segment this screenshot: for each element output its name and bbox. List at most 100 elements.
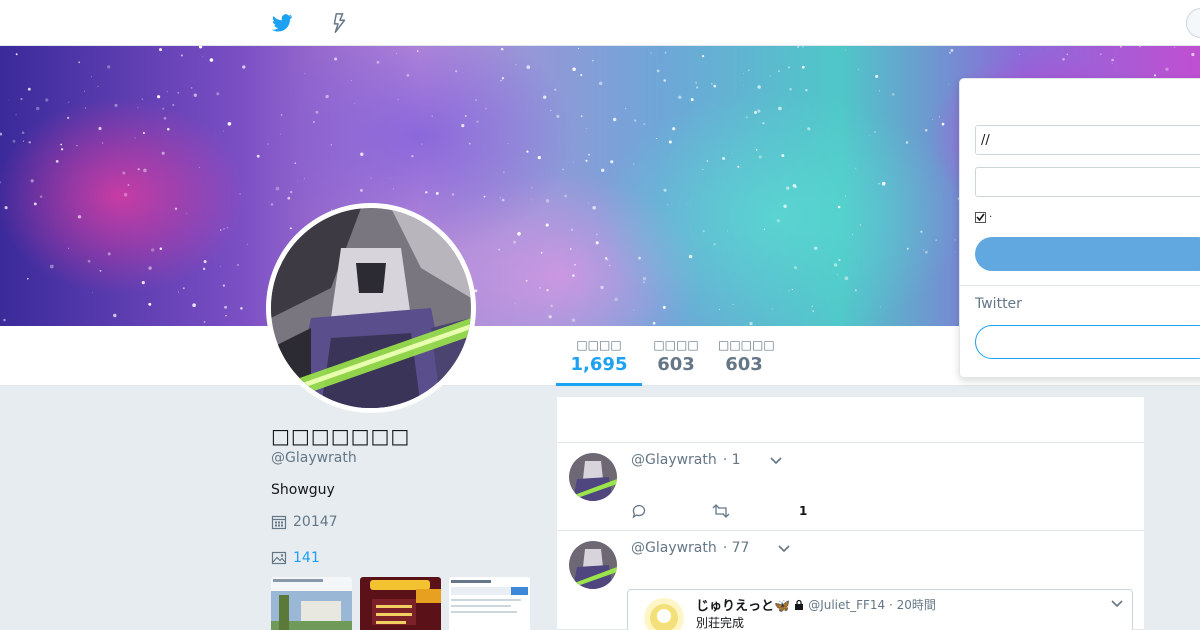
star	[905, 141, 909, 144]
star	[172, 103, 175, 107]
star	[315, 110, 319, 114]
nav-tab-tweets[interactable]: □□□□ 1,695	[556, 338, 642, 386]
nav-tab-followers[interactable]: □□□□□ 603	[718, 338, 775, 375]
photos-count: 141	[293, 550, 320, 566]
star	[501, 76, 505, 80]
twitter-bird-icon[interactable]	[271, 12, 293, 34]
quoted-tweet-avatar[interactable]	[644, 598, 684, 630]
star	[891, 92, 895, 96]
nav-tab-following[interactable]: □□□□ 603	[650, 338, 702, 375]
star	[1062, 57, 1065, 61]
star	[67, 116, 70, 119]
quoted-tweet-name[interactable]: じゅりえっと🦋	[696, 595, 790, 614]
star	[270, 203, 274, 206]
star	[778, 106, 782, 111]
star	[572, 67, 576, 71]
like-button[interactable]: 1	[791, 504, 871, 518]
star	[351, 80, 353, 82]
login-dropdown: · Twitter	[959, 78, 1200, 378]
remember-me[interactable]: ·	[975, 212, 992, 223]
media-thumbnail[interactable]	[449, 577, 530, 630]
star	[727, 230, 729, 232]
tweet-time[interactable]: · 1	[723, 452, 741, 468]
star	[596, 233, 598, 236]
signup-button[interactable]	[975, 325, 1200, 359]
star	[27, 277, 29, 280]
star	[610, 160, 614, 164]
star	[859, 224, 862, 226]
star	[745, 116, 748, 119]
star	[592, 205, 597, 210]
tweet-time[interactable]: · 77	[723, 540, 750, 556]
star	[216, 92, 220, 96]
star	[202, 267, 206, 271]
star	[21, 131, 25, 134]
star	[182, 287, 185, 290]
star	[107, 252, 111, 256]
account-avatar[interactable]	[1186, 8, 1200, 38]
profile-handle[interactable]: @Glaywrath	[271, 450, 357, 466]
star	[643, 123, 646, 125]
chevron-down-icon[interactable]	[777, 541, 791, 555]
media-thumbnail[interactable]	[271, 577, 352, 630]
profile-avatar[interactable]	[266, 203, 476, 413]
lightning-bolt-icon[interactable]	[328, 12, 350, 34]
star	[289, 190, 293, 194]
robot-avatar-image	[271, 208, 471, 408]
tweet[interactable]: @Glaywrath · 77 じゅりえっと🦋 @Juliet_FF14 · 2…	[557, 531, 1144, 630]
star	[240, 307, 243, 310]
star	[297, 180, 299, 182]
tweet-avatar[interactable]	[569, 541, 617, 589]
star	[507, 142, 509, 144]
like-count: 1	[799, 504, 808, 518]
tweet-avatar[interactable]	[569, 453, 617, 501]
login-button[interactable]	[975, 237, 1200, 271]
media-thumbnail[interactable]	[360, 577, 441, 630]
chevron-down-icon[interactable]	[1110, 596, 1124, 610]
remember-me-label: ·	[989, 212, 993, 223]
star	[141, 281, 145, 285]
star	[785, 186, 790, 190]
star	[781, 154, 785, 158]
tweet-handle[interactable]: @Glaywrath	[631, 452, 717, 468]
star	[474, 99, 477, 102]
star	[719, 308, 721, 310]
quoted-tweet[interactable]: じゅりえっと🦋 @Juliet_FF14 · 20時間 別荘完成	[627, 589, 1133, 630]
star	[397, 99, 399, 101]
star	[22, 140, 25, 142]
star	[354, 103, 356, 104]
star	[922, 249, 925, 251]
star	[713, 242, 716, 246]
star	[1153, 74, 1157, 77]
quoted-tweet-meta: @Juliet_FF14 · 20時間	[808, 598, 936, 612]
star	[802, 46, 804, 48]
star	[948, 51, 951, 54]
star	[313, 121, 315, 123]
chevron-down-icon[interactable]	[769, 453, 783, 467]
star	[554, 88, 557, 91]
star	[98, 126, 102, 131]
star	[500, 47, 504, 51]
star	[935, 239, 937, 241]
tweet[interactable]: @Glaywrath · 1 1	[557, 443, 1144, 531]
star	[1066, 53, 1069, 56]
star	[696, 86, 699, 89]
star	[174, 207, 178, 210]
star	[784, 47, 786, 49]
username-input[interactable]	[975, 125, 1200, 155]
star	[858, 68, 859, 70]
star	[592, 59, 594, 62]
star	[162, 107, 165, 110]
followers-label: □□□□□	[718, 338, 775, 352]
retweet-button[interactable]	[711, 503, 791, 519]
star	[392, 188, 394, 190]
star	[769, 75, 771, 77]
remember-me-checkbox[interactable]	[975, 212, 986, 223]
tweet-handle[interactable]: @Glaywrath	[631, 540, 717, 556]
star	[30, 179, 34, 183]
photos-and-videos-link[interactable]: 141	[271, 550, 320, 566]
star	[137, 107, 139, 109]
reply-button[interactable]	[631, 503, 711, 519]
star	[743, 85, 744, 87]
password-input[interactable]	[975, 167, 1200, 197]
